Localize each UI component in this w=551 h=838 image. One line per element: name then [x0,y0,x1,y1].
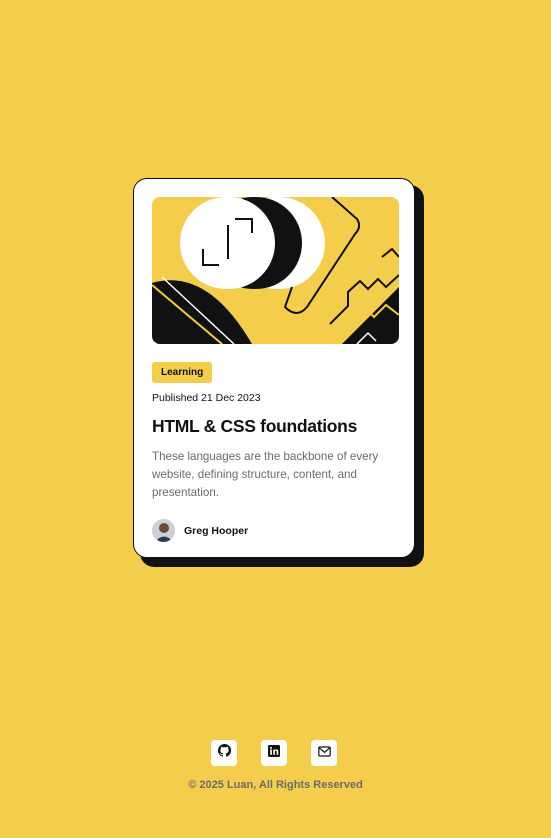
card-description: These languages are the backbone of ever… [152,450,379,499]
footer-copyright: © 2025 Luan, All Rights Reserved [188,779,363,791]
mail-icon [317,744,331,762]
hero-illustration [152,197,399,344]
blog-preview-card: Learning Published 21 Dec 2023 HTML & CS… [133,178,415,558]
category-tag: Learning [152,362,213,383]
card-title[interactable]: HTML & CSS foundations [152,416,357,437]
linkedin-button[interactable] [261,740,287,766]
author: Greg Hooper [152,519,248,542]
github-icon [217,743,231,762]
github-button[interactable] [211,740,237,766]
author-name: Greg Hooper [184,524,249,537]
email-button[interactable] [311,740,337,766]
avatar [152,519,175,542]
linkedin-icon [268,744,280,762]
published-date: Published 21 Dec 2023 [152,392,261,404]
social-links [211,740,337,766]
